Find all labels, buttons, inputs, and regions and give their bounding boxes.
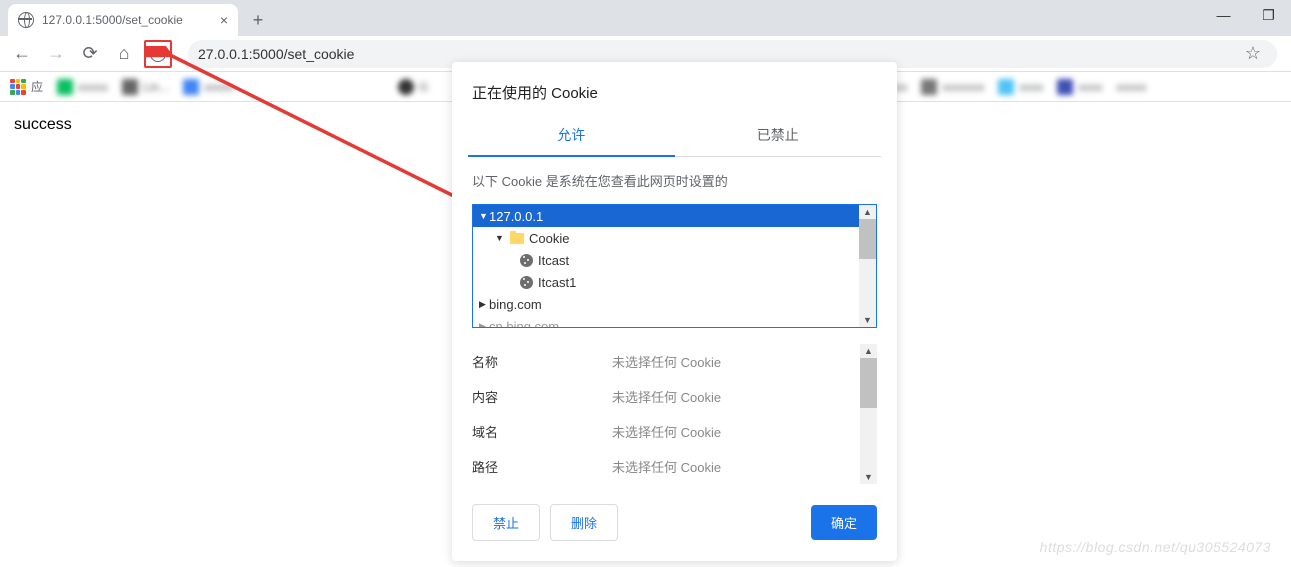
remove-button[interactable]: 删除 <box>550 504 618 541</box>
bookmark-item[interactable]: xxxx <box>1057 79 1102 95</box>
tree-folder-cookie[interactable]: ▼ Cookie <box>473 227 859 249</box>
watermark-text: https://blog.csdn.net/qu305524073 <box>1040 539 1271 555</box>
bookmark-item[interactable]: xxxxx <box>183 79 234 95</box>
tab-title: 127.0.0.1:5000/set_cookie <box>42 13 183 27</box>
url-text: 27.0.0.1:5000/set_cookie <box>198 46 354 62</box>
bookmark-item[interactable]: xxxx <box>998 79 1043 95</box>
success-text: success <box>14 116 72 133</box>
browser-tab[interactable]: 127.0.0.1:5000/set_cookie × <box>8 4 238 36</box>
maximize-button[interactable]: ❐ <box>1246 0 1291 30</box>
tab-bar: 127.0.0.1:5000/set_cookie × + — ❐ <box>0 0 1291 36</box>
home-button[interactable]: ⌂ <box>110 40 138 68</box>
folder-icon <box>510 233 524 244</box>
forward-button[interactable]: → <box>42 40 70 68</box>
new-tab-button[interactable]: + <box>244 6 272 34</box>
bookmark-item[interactable]: xxxxxxx <box>921 79 984 95</box>
scroll-thumb[interactable] <box>860 358 877 408</box>
button-row: 禁止 删除 确定 <box>472 504 877 541</box>
popover-title: 正在使用的 Cookie <box>472 82 877 103</box>
scroll-thumb[interactable] <box>859 219 876 259</box>
detail-row-content: 内容 未选择任何 Cookie <box>472 379 860 414</box>
bookmark-item[interactable]: xxxxx <box>57 79 108 95</box>
window-controls: — ❐ <box>1201 0 1291 30</box>
back-button[interactable]: ← <box>8 40 36 68</box>
ok-button[interactable]: 确定 <box>811 505 877 540</box>
caret-down-icon: ▼ <box>495 233 505 243</box>
cookie-popover: 正在使用的 Cookie 允许 已禁止 以下 Cookie 是系统在您查看此网页… <box>452 62 897 561</box>
tab-allowed[interactable]: 允许 <box>468 115 675 157</box>
scroll-down-icon[interactable]: ▼ <box>860 470 877 484</box>
block-button[interactable]: 禁止 <box>472 504 540 541</box>
site-info-button[interactable]: i <box>144 40 172 68</box>
scroll-down-icon[interactable]: ▼ <box>859 313 876 327</box>
details-scrollbar[interactable]: ▲ ▼ <box>860 344 877 484</box>
tree-scrollbar[interactable]: ▲ ▼ <box>859 205 876 327</box>
caret-down-icon: ▼ <box>479 211 489 221</box>
minimize-button[interactable]: — <box>1201 0 1246 30</box>
globe-icon <box>18 12 34 28</box>
close-icon[interactable]: × <box>220 12 228 28</box>
detail-row-domain: 域名 未选择任何 Cookie <box>472 414 860 449</box>
cookie-details: 名称 未选择任何 Cookie 内容 未选择任何 Cookie 域名 未选择任何… <box>472 344 877 484</box>
detail-row-path: 路径 未选择任何 Cookie <box>472 449 860 484</box>
tree-domain-item[interactable]: ▶ bing.com <box>473 293 859 315</box>
cookie-tree: ▼ 127.0.0.1 ▼ Cookie Itcast Itcast1 ▶ bi… <box>472 204 877 328</box>
caret-right-icon: ▶ <box>479 321 489 328</box>
apps-button[interactable]: 应 <box>10 78 43 95</box>
tree-cookie-item[interactable]: Itcast1 <box>473 271 859 293</box>
detail-row-name: 名称 未选择任何 Cookie <box>472 344 860 379</box>
cookie-tabs: 允许 已禁止 <box>468 115 881 157</box>
cookie-icon <box>520 276 533 289</box>
tree-domain-root[interactable]: ▼ 127.0.0.1 <box>473 205 859 227</box>
bookmark-item[interactable]: G <box>398 79 428 95</box>
reload-button[interactable]: ⟳ <box>76 40 104 68</box>
bookmark-item[interactable]: xxxxx <box>1116 80 1146 94</box>
info-icon: i <box>150 46 166 62</box>
popover-description: 以下 Cookie 是系统在您查看此网页时设置的 <box>472 171 877 190</box>
tab-blocked[interactable]: 已禁止 <box>675 115 882 156</box>
tree-domain-item[interactable]: ▶ cn.bing.com <box>473 315 859 327</box>
bookmark-item[interactable]: Lin... <box>122 79 169 95</box>
caret-right-icon: ▶ <box>479 299 489 310</box>
apps-icon <box>10 79 26 95</box>
scroll-up-icon[interactable]: ▲ <box>859 205 876 219</box>
cookie-icon <box>520 254 533 267</box>
tree-cookie-item[interactable]: Itcast <box>473 249 859 271</box>
tree-content[interactable]: ▼ 127.0.0.1 ▼ Cookie Itcast Itcast1 ▶ bi… <box>473 205 859 327</box>
star-icon[interactable]: ☆ <box>1239 43 1267 64</box>
scroll-up-icon[interactable]: ▲ <box>860 344 877 358</box>
